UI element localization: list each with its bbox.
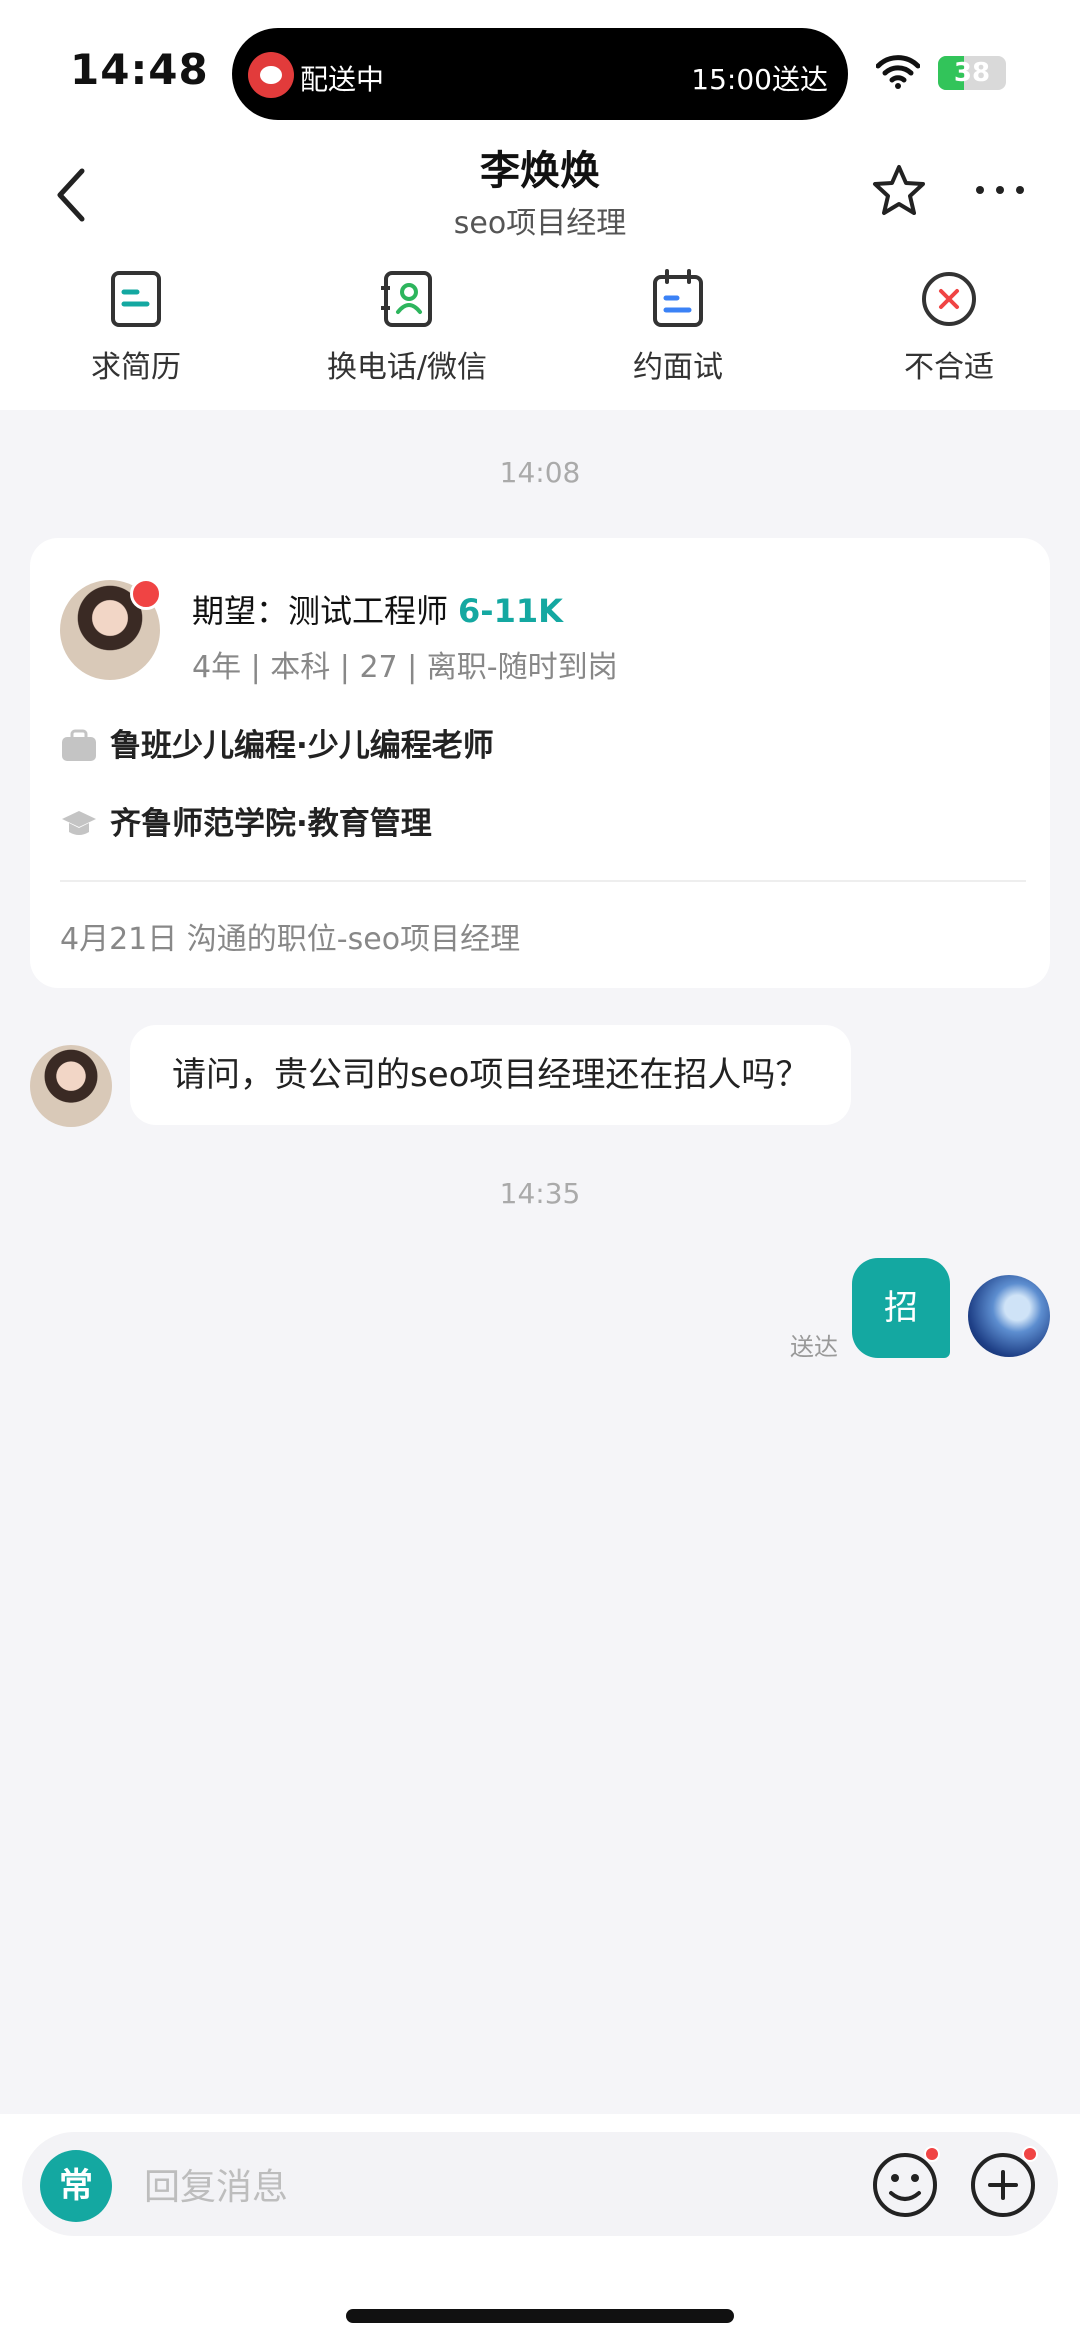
action-label: 约面试 (633, 350, 723, 385)
expectation: 期望：测试工程师 6-11K (192, 586, 563, 632)
time-separator: 14:35 (499, 1177, 581, 1210)
work-experience: 鲁班少儿编程·少儿编程老师 (60, 720, 494, 765)
reply-input[interactable] (144, 2160, 744, 2214)
delivery-status: 配送中 (300, 63, 385, 96)
battery-level: 38 (953, 58, 991, 88)
live-activity-island[interactable]: 配送中 15:00送达 (232, 28, 848, 120)
wifi-icon (876, 55, 920, 89)
action-label: 求简历 (91, 350, 181, 385)
card-footer: 4月21日 沟通的职位-seo项目经理 (60, 922, 521, 957)
expected-salary: 6-11K (458, 592, 563, 630)
more-icon[interactable] (970, 168, 1030, 212)
briefcase-icon (62, 729, 96, 761)
candidate-meta: 4年 | 本科 | 27 | 离职-随时到岗 (192, 650, 618, 685)
card-divider (60, 880, 1026, 882)
action-label: 不合适 (904, 350, 994, 385)
incoming-message[interactable]: 请问，贵公司的seo项目经理还在招人吗？ (130, 1025, 852, 1125)
work-text: 鲁班少儿编程·少儿编程老师 (110, 728, 494, 764)
delivery-status-label: 送达 (790, 1333, 838, 1361)
exchange-contact-button[interactable]: 换电话/微信 (307, 268, 507, 386)
plus-notification-dot (1022, 2146, 1038, 2162)
calendar-icon (653, 269, 703, 327)
delivery-eta: 15:00送达 (691, 63, 828, 96)
education: 齐鲁师范学院·教育管理 (60, 798, 432, 843)
star-icon[interactable] (870, 162, 928, 220)
request-resume-button[interactable]: 求简历 (36, 268, 236, 386)
education-text: 齐鲁师范学院·教育管理 (110, 806, 432, 842)
expected-position: 期望：测试工程师 (192, 592, 449, 630)
search-badge-icon (130, 578, 162, 610)
resume-icon (111, 271, 161, 327)
candidate-card[interactable]: 期望：测试工程师 6-11K 4年 | 本科 | 27 | 离职-随时到岗 鲁班少… (30, 538, 1050, 988)
emoji-notification-dot (924, 2146, 940, 2162)
graduation-cap-icon (62, 811, 96, 835)
outgoing-message[interactable]: 招 (852, 1258, 950, 1358)
my-avatar[interactable] (968, 1275, 1050, 1357)
close-circle-icon (922, 272, 976, 326)
delivery-app-icon (248, 52, 294, 98)
candidate-avatar[interactable] (30, 1045, 112, 1127)
status-time: 14:48 (70, 45, 209, 94)
home-indicator[interactable] (346, 2309, 734, 2323)
common-phrases-button[interactable]: 常 (40, 2150, 112, 2222)
battery-icon: 38 (938, 56, 1006, 90)
contact-icon (381, 271, 432, 327)
action-label: 换电话/微信 (326, 350, 488, 385)
not-suitable-button[interactable]: 不合适 (849, 268, 1049, 386)
time-separator: 14:08 (499, 456, 581, 489)
schedule-interview-button[interactable]: 约面试 (578, 268, 778, 386)
